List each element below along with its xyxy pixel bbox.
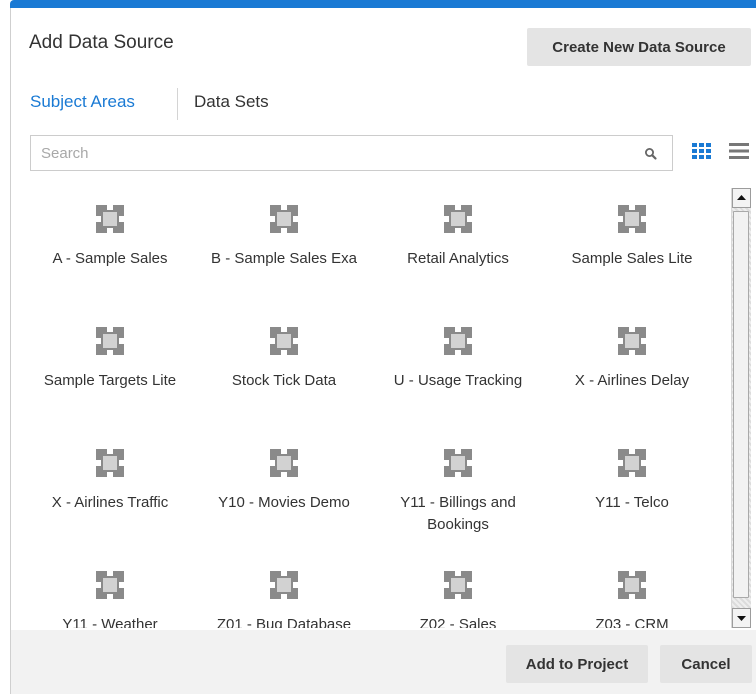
subject-area-label: Y11 - Weather — [62, 616, 158, 628]
subject-area-icon — [614, 567, 650, 603]
subject-area-tile[interactable]: X - Airlines Traffic — [30, 445, 195, 514]
subject-area-tile[interactable]: Y10 - Movies Demo — [199, 445, 369, 514]
subject-area-label: Sample Sales Lite — [571, 250, 693, 267]
dialog-title: Add Data Source — [29, 32, 174, 53]
subject-area-icon — [614, 445, 650, 481]
subject-area-tile[interactable]: X - Airlines Delay — [547, 323, 717, 392]
add-to-project-button[interactable]: Add to Project — [506, 645, 648, 683]
tab-separator — [177, 88, 178, 120]
subject-area-tile[interactable]: Sample Sales Lite — [547, 201, 717, 270]
scroll-up-button[interactable] — [732, 188, 751, 208]
subject-area-label: Sample Targets Lite — [43, 372, 177, 389]
subject-area-icon — [266, 567, 302, 603]
subject-area-label: Z02 - Sales — [419, 616, 497, 628]
subject-area-tile[interactable]: Retail Analytics — [373, 201, 543, 270]
subject-area-tile[interactable]: A - Sample Sales — [30, 201, 195, 270]
subject-area-tile[interactable]: Z03 - CRM — [547, 567, 717, 628]
subject-area-label: Retail Analytics — [407, 250, 509, 267]
subject-area-tile[interactable]: Y11 - Telco — [547, 445, 717, 514]
subject-area-icon — [266, 201, 302, 237]
subject-area-label: U - Usage Tracking — [393, 372, 523, 389]
subject-area-icon — [92, 445, 128, 481]
grid-view-icon[interactable] — [692, 143, 711, 159]
subject-area-icon — [614, 323, 650, 359]
subject-area-tile[interactable]: Z02 - Sales — [373, 567, 543, 628]
subject-area-label: Y11 - Telco — [595, 494, 669, 511]
subject-area-icon — [614, 201, 650, 237]
tab-data-sets[interactable]: Data Sets — [194, 92, 269, 112]
grid-scrollbar[interactable] — [731, 188, 751, 628]
search-input[interactable] — [41, 142, 631, 164]
subject-area-icon — [440, 323, 476, 359]
subject-area-tile[interactable]: Sample Targets Lite — [30, 323, 195, 392]
subject-area-label: B - Sample Sales Exa — [211, 250, 357, 267]
dialog-top-accent-bar — [10, 0, 756, 8]
subject-area-tile[interactable]: Y11 - Weather — [30, 567, 195, 628]
subject-area-label: Stock Tick Data — [231, 372, 337, 389]
dialog-left-border — [10, 8, 11, 694]
subject-area-label: Y11 - Billings and Bookings — [400, 494, 516, 533]
subject-area-icon — [440, 445, 476, 481]
subject-area-label: Y10 - Movies Demo — [218, 494, 350, 511]
subject-area-label: X - Airlines Delay — [574, 372, 690, 389]
subject-area-tile[interactable]: Z01 - Bug Database — [199, 567, 369, 628]
subject-area-icon — [92, 201, 128, 237]
subject-area-tile[interactable]: B - Sample Sales Exa — [199, 201, 369, 270]
subject-area-tile[interactable]: U - Usage Tracking — [373, 323, 543, 392]
subject-area-icon — [440, 201, 476, 237]
cancel-button[interactable]: Cancel — [660, 645, 752, 683]
tab-subject-areas[interactable]: Subject Areas — [30, 92, 135, 112]
scroll-down-button[interactable] — [732, 608, 751, 628]
subject-area-grid: A - Sample Sales B - Sample Sales Exa Reta… — [30, 186, 727, 628]
subject-area-icon — [92, 567, 128, 603]
subject-area-icon — [92, 323, 128, 359]
subject-area-label: X - Airlines Traffic — [51, 494, 169, 511]
subject-area-tile[interactable]: Y11 - Billings and Bookings — [373, 445, 543, 536]
list-view-icon[interactable] — [729, 143, 749, 159]
search-icon[interactable] — [643, 146, 659, 162]
subject-area-label: A - Sample Sales — [52, 250, 168, 267]
search-box — [30, 135, 673, 171]
subject-area-icon — [266, 445, 302, 481]
scrollbar-thumb[interactable] — [733, 211, 749, 598]
subject-area-icon — [440, 567, 476, 603]
arrow-up-icon — [737, 195, 746, 200]
subject-area-label: Z01 - Bug Database — [216, 616, 352, 628]
subject-area-label: Z03 - CRM — [595, 616, 669, 628]
arrow-down-icon — [737, 616, 746, 621]
subject-area-tile[interactable]: Stock Tick Data — [199, 323, 369, 392]
create-new-data-source-button[interactable]: Create New Data Source — [527, 28, 751, 66]
subject-area-icon — [266, 323, 302, 359]
